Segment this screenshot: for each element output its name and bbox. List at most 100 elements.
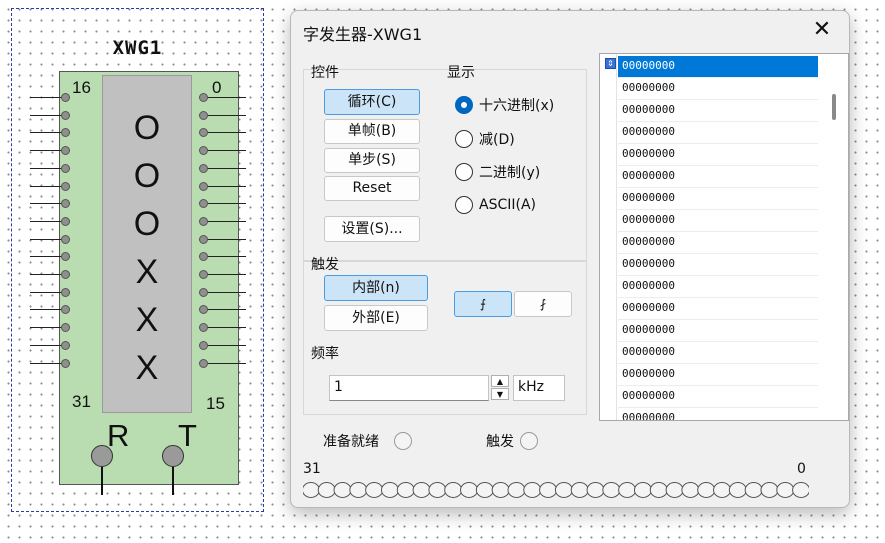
radio-icon[interactable] (455, 163, 473, 181)
memory-value: 00000000 (622, 367, 675, 380)
pin-terminal[interactable] (61, 287, 70, 297)
pin-terminal[interactable] (61, 234, 70, 244)
step-button[interactable]: 单步(S) (324, 148, 420, 173)
pin-terminal[interactable] (199, 270, 208, 279)
pin-terminal[interactable] (199, 93, 208, 102)
rising-edge-icon[interactable]: ⨍ (454, 291, 512, 317)
display-char: X (135, 253, 159, 291)
bit-indicator (460, 482, 479, 498)
bit-indicator (633, 482, 652, 498)
display-ascii-option[interactable]: ASCII(A) (455, 193, 536, 217)
pin-wire (206, 291, 246, 293)
reset-button[interactable]: Reset (324, 176, 420, 201)
memory-row[interactable]: 00000000 (618, 386, 818, 408)
pin-label-31: 31 (72, 392, 91, 411)
pin-wire (206, 220, 246, 222)
ready-status-label: 准备就绪 (323, 434, 379, 450)
display-decimal-option[interactable]: 减(D) (455, 127, 515, 151)
falling-edge-icon[interactable]: ⨏ (514, 291, 572, 317)
memory-row[interactable]: 00000000 (618, 100, 818, 122)
pin-terminal[interactable] (199, 216, 208, 226)
memory-row[interactable]: 00000000 (618, 232, 818, 254)
memory-value: 00000000 (622, 389, 675, 402)
trigger-status-label: 触发 (486, 434, 514, 450)
trigger-indicator (520, 432, 538, 450)
pin-terminal[interactable] (61, 358, 70, 368)
bit-indicator (303, 482, 320, 498)
pin-terminal[interactable] (199, 110, 208, 120)
pin-terminal[interactable] (61, 216, 70, 226)
pin-terminal[interactable] (199, 287, 208, 297)
memory-row[interactable]: 00000000 (618, 56, 818, 78)
bit-indicator (697, 482, 716, 498)
pin-terminal[interactable] (199, 181, 208, 191)
pin-terminal[interactable] (61, 163, 70, 173)
pin-wire (206, 274, 246, 275)
bit-high-label: 31 (303, 461, 321, 477)
spin-up-icon[interactable]: ▲ (491, 375, 509, 387)
memory-row[interactable]: 00000000 (618, 364, 818, 386)
word-memory-list[interactable]: ⇕ 00000000 00000000 00000000 00000000 000000… (599, 53, 849, 421)
pin-terminal[interactable] (199, 234, 208, 244)
display-binary-option[interactable]: 二进制(y) (455, 160, 540, 184)
memory-value: 00000000 (622, 323, 675, 336)
pin-wire (206, 97, 246, 98)
pin-terminal[interactable] (61, 181, 70, 191)
pin-label-15: 15 (206, 394, 225, 413)
external-trigger-button[interactable]: 外部(E) (324, 305, 428, 331)
memory-row[interactable]: 00000000 (618, 122, 818, 144)
scrollbar-thumb[interactable] (832, 94, 836, 120)
radio-icon[interactable] (455, 130, 473, 148)
memory-row[interactable]: 00000000 (618, 342, 818, 364)
bit-indicator (554, 482, 573, 498)
reset-terminal[interactable] (91, 445, 113, 467)
display-char: O (133, 109, 161, 147)
internal-trigger-button[interactable]: 内部(n) (324, 275, 428, 301)
memory-row[interactable]: 00000000 (618, 144, 818, 166)
cycle-button[interactable]: 循环(C) (324, 89, 420, 115)
component-title: XWG1 (112, 37, 163, 59)
settings-button[interactable]: 设置(S)... (324, 216, 420, 242)
memory-row[interactable]: 00000000 (618, 210, 818, 232)
memory-row[interactable]: 00000000 (618, 78, 818, 100)
word-generator-component[interactable]: XWG1 16 0 31 15 O O O X X X R T (11, 8, 264, 512)
burst-button[interactable]: 单帧(B) (324, 119, 420, 144)
pin-terminal[interactable] (199, 358, 208, 368)
trigger-terminal[interactable] (162, 445, 184, 467)
memory-row[interactable]: 00000000 (618, 276, 818, 298)
spin-down-icon[interactable]: ▼ (491, 388, 509, 400)
pin-terminal[interactable] (199, 340, 208, 350)
pin-wire (206, 362, 246, 364)
radio-icon[interactable] (455, 96, 473, 114)
pin-terminal[interactable] (61, 340, 70, 350)
radio-label: ASCII(A) (479, 197, 536, 213)
pin-terminal[interactable] (61, 270, 70, 279)
dialog-title: 字发生器-XWG1 (303, 25, 423, 44)
pin-wire (206, 150, 246, 152)
frequency-unit-select[interactable]: kHz (513, 375, 565, 401)
pin-terminal[interactable] (61, 93, 70, 102)
memory-row[interactable]: 00000000 (618, 298, 818, 320)
bit-indicator (744, 482, 763, 498)
bit-indicator (665, 482, 684, 498)
bit-indicator (380, 482, 399, 498)
close-icon[interactable]: ✕ (809, 17, 835, 43)
trigger-label: 触发 (311, 257, 339, 273)
radio-icon[interactable] (455, 196, 473, 214)
bit-indicator (570, 482, 589, 498)
memory-row[interactable]: 00000000 (618, 188, 818, 210)
memory-row[interactable]: 00000000 (618, 320, 818, 342)
display-hex-option[interactable]: 十六进制(x) (455, 93, 554, 117)
pin-terminal[interactable] (61, 110, 70, 120)
pin-wire (206, 203, 246, 205)
memory-value: 00000000 (622, 103, 675, 116)
bit-indicator (586, 482, 605, 498)
memory-row[interactable]: 00000000 (618, 166, 818, 188)
memory-row[interactable]: 00000000 (618, 408, 818, 420)
bit-indicator (539, 482, 558, 498)
bit-indicators (303, 482, 809, 498)
memory-row[interactable]: 00000000 (618, 254, 818, 276)
pin-terminal[interactable] (199, 163, 208, 173)
bit-indicator (412, 482, 431, 498)
frequency-input[interactable]: 1 (329, 375, 489, 401)
